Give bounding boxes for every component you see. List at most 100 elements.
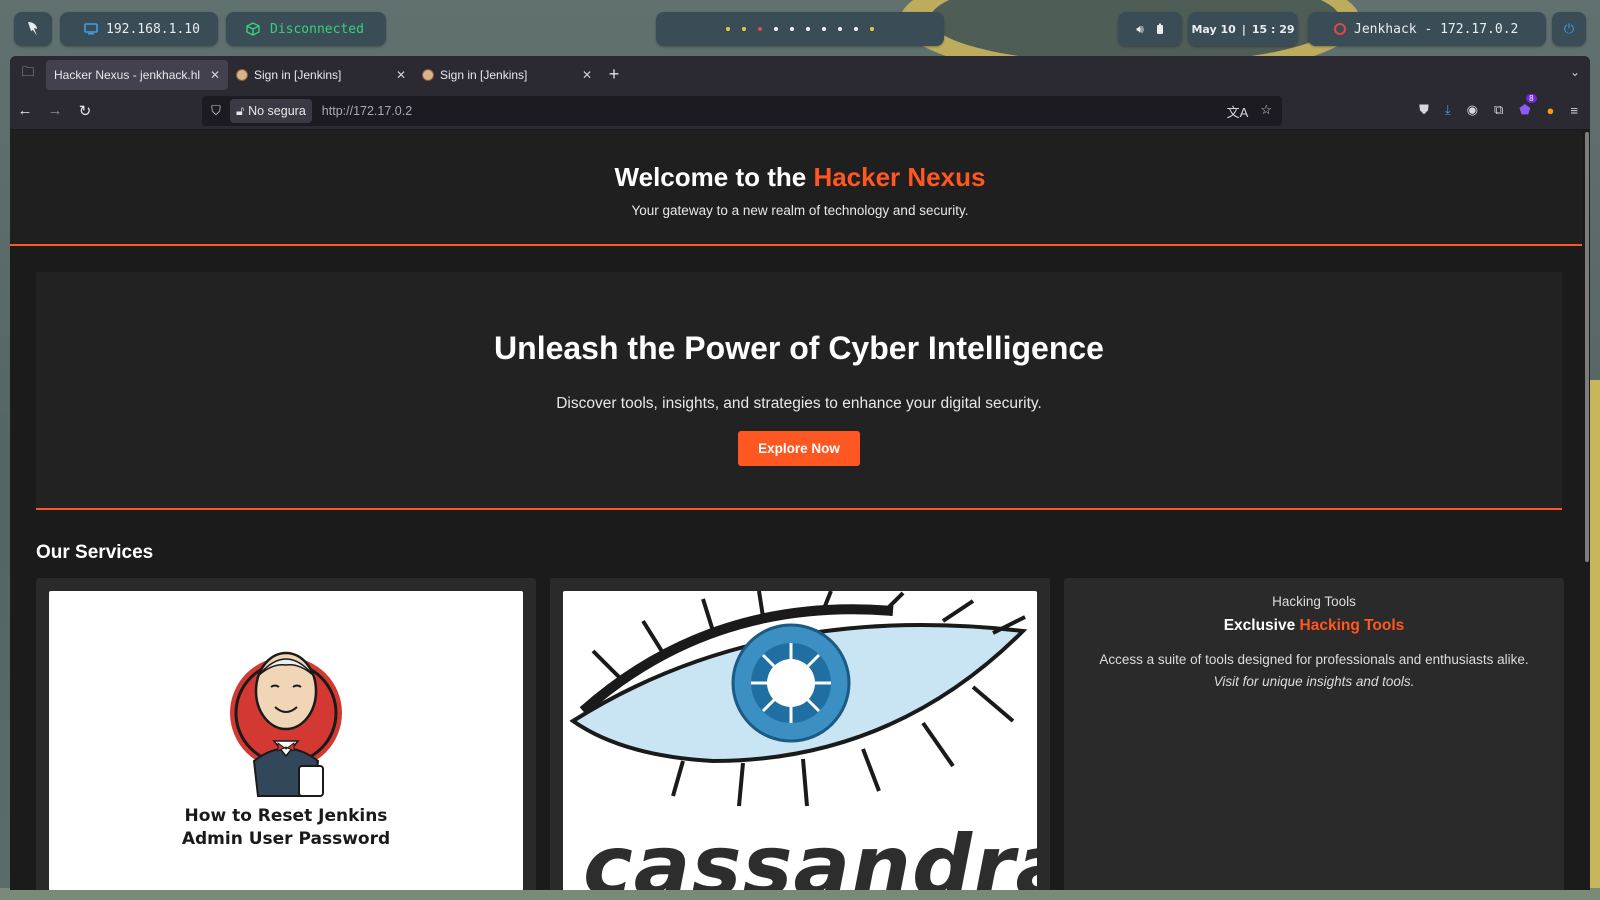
tab-groups-button[interactable]: 🗀 (10, 56, 46, 92)
target-icon (1334, 23, 1346, 35)
target-text: Jenkhack - 172.17.0.2 (1354, 21, 1519, 37)
clock-time: 15 : 29 (1251, 22, 1295, 36)
folder-icon: 🗀 (21, 64, 35, 79)
tab-bar: 🗀 Hacker Nexus - jenkhack.hl ✕ Sign in [… (10, 56, 1590, 92)
hero-section: Unleash the Power of Cyber Intelligence … (36, 272, 1562, 510)
insecure-lock-icon: 🔓︎ (236, 103, 245, 118)
tab-jenkins-signin[interactable]: Sign in [Jenkins] ✕ (228, 60, 414, 90)
service-card-hacking-tools[interactable]: Hacking Tools Exclusive Hacking Tools Ac… (1064, 578, 1564, 890)
caption-line: Admin User Password (181, 829, 391, 849)
account-icon[interactable]: ◉ (1467, 102, 1478, 118)
clock-separator: | (1241, 22, 1246, 36)
local-ip-widget[interactable]: 192.168.1.10 (60, 12, 218, 46)
extensions-icon[interactable]: ⧉ (1494, 102, 1503, 118)
page-scrollbar[interactable] (1582, 130, 1590, 890)
reload-button[interactable]: ↻ (70, 102, 100, 120)
scrollbar-thumb[interactable] (1585, 132, 1589, 562)
workspace-dot-6[interactable] (806, 27, 810, 31)
workspace-dot-1[interactable] (726, 27, 730, 31)
menu-icon[interactable]: ≡ (1570, 103, 1578, 118)
card-description-text: Access a suite of tools designed for pro… (1099, 652, 1529, 667)
card-title: Exclusive Hacking Tools (1064, 617, 1564, 635)
power-button[interactable]: ⏻ (1552, 12, 1586, 46)
workspace-dot-5[interactable] (790, 27, 794, 31)
cassandra-image[interactable]: cassandra (563, 591, 1037, 890)
tab-hacker-nexus[interactable]: Hacker Nexus - jenkhack.hl ✕ (46, 60, 228, 90)
navigation-bar: ← → ↻ ⛉ 🔓︎ No segura http://172.17.0.2 文… (10, 92, 1590, 130)
monitor-icon (84, 23, 98, 35)
system-menu-button[interactable] (14, 12, 52, 46)
battery-icon[interactable] (1156, 23, 1164, 35)
jenkins-favicon-icon (422, 69, 434, 81)
site-title-prefix: Welcome to the (614, 162, 814, 192)
new-tab-button[interactable]: + (600, 64, 628, 85)
power-icon: ⏻ (1563, 21, 1575, 37)
caption-line: How to Reset Jenkins (184, 806, 388, 826)
back-button[interactable]: ← (10, 102, 40, 119)
card-label: Hacking Tools (1272, 594, 1356, 609)
jenkins-image-caption: How to Reset Jenkins Admin User Password (49, 805, 523, 851)
card-title-accent: Hacking Tools (1299, 617, 1405, 634)
cube-icon (246, 22, 260, 36)
workspace-dot-7[interactable] (822, 27, 826, 31)
tab-title: Sign in [Jenkins] (440, 68, 528, 82)
address-bar[interactable]: ⛉ 🔓︎ No segura http://172.17.0.2 文A ☆ (202, 96, 1282, 126)
site-title-accent: Hacker Nexus (813, 162, 986, 192)
workspace-switcher[interactable] (656, 12, 944, 46)
service-card-jenkins[interactable]: How to Reset Jenkins Admin User Password (36, 578, 536, 890)
workspace-dot-2[interactable] (742, 27, 746, 31)
workspace-dot-3[interactable] (758, 27, 762, 31)
close-icon[interactable]: ✕ (396, 68, 406, 82)
browser-window: 🗀 Hacker Nexus - jenkhack.hl ✕ Sign in [… (10, 56, 1590, 890)
local-ip-text: 192.168.1.10 (106, 21, 200, 37)
card-note: Visit for unique insights and tools. (1213, 674, 1415, 689)
workspace-dot-9[interactable] (854, 27, 858, 31)
chevron-down-icon[interactable]: ⌄ (1570, 65, 1580, 79)
close-icon[interactable]: ✕ (210, 68, 220, 82)
hero-text: Discover tools, insights, and strategies… (556, 395, 1042, 412)
hero-title: Unleash the Power of Cyber Intelligence (494, 330, 1104, 366)
service-card-cassandra[interactable]: cassandra (550, 578, 1050, 890)
target-widget[interactable]: Jenkhack - 172.17.0.2 (1308, 12, 1546, 46)
url-text[interactable]: http://172.17.0.2 (322, 104, 412, 118)
translate-icon[interactable]: 文A (1227, 102, 1249, 121)
downloads-icon[interactable]: ⤓ (1445, 102, 1451, 118)
tab-title: Sign in [Jenkins] (254, 68, 342, 82)
security-label: No segura (248, 104, 306, 118)
tab-jenkins-signin[interactable]: Sign in [Jenkins] ✕ (414, 60, 600, 90)
workspace-dot-8[interactable] (838, 27, 842, 31)
vpn-status-text: Disconnected (270, 21, 364, 37)
workspace-dot-4[interactable] (774, 27, 778, 31)
kali-dragon-icon (28, 22, 37, 36)
explore-now-button[interactable]: Explore Now (738, 431, 860, 466)
services-title: Our Services (36, 542, 154, 563)
extension-badge-count: 8 (1526, 94, 1537, 103)
tab-title: Hacker Nexus - jenkhack.hl (54, 68, 201, 82)
clock-date: May 10 (1191, 22, 1236, 36)
clock-widget[interactable]: May 10 | 15 : 29 (1188, 12, 1298, 46)
jenkins-image[interactable]: How to Reset Jenkins Admin User Password (49, 591, 523, 890)
vpn-status-widget[interactable]: Disconnected (226, 12, 386, 46)
jenkins-favicon-icon (236, 69, 248, 81)
extension-icon[interactable]: ⬟ 8 (1519, 94, 1537, 118)
web-page: Welcome to the Hacker Nexus Your gateway… (10, 130, 1590, 890)
bookmark-star-icon[interactable]: ☆ (1260, 102, 1272, 121)
cassandra-wordmark: cassandra (583, 817, 1037, 890)
shield-icon[interactable]: ⛉ (208, 103, 224, 119)
security-indicator[interactable]: 🔓︎ No segura (230, 99, 312, 123)
volume-icon[interactable]: 🔊︎ (1136, 22, 1144, 37)
jenkins-butler-icon (230, 651, 342, 797)
pocket-icon[interactable]: ⛊ (1419, 102, 1429, 118)
site-header: Welcome to the Hacker Nexus Your gateway… (10, 130, 1590, 246)
system-top-bar: 192.168.1.10 Disconnected 🔊︎ May 10 | 15… (0, 0, 1600, 56)
system-tray[interactable]: 🔊︎ (1118, 12, 1182, 46)
site-subtitle: Your gateway to a new realm of technolog… (631, 203, 969, 218)
workspace-dot-10[interactable] (870, 27, 874, 31)
cookie-icon[interactable]: ● (1547, 103, 1555, 118)
card-description: Access a suite of tools designed for pro… (1064, 649, 1564, 693)
forward-button[interactable]: → (40, 102, 70, 119)
site-title: Welcome to the Hacker Nexus (10, 162, 1590, 193)
close-icon[interactable]: ✕ (582, 68, 592, 82)
cassandra-eye-icon (569, 591, 1028, 807)
card-title-prefix: Exclusive (1223, 617, 1300, 634)
